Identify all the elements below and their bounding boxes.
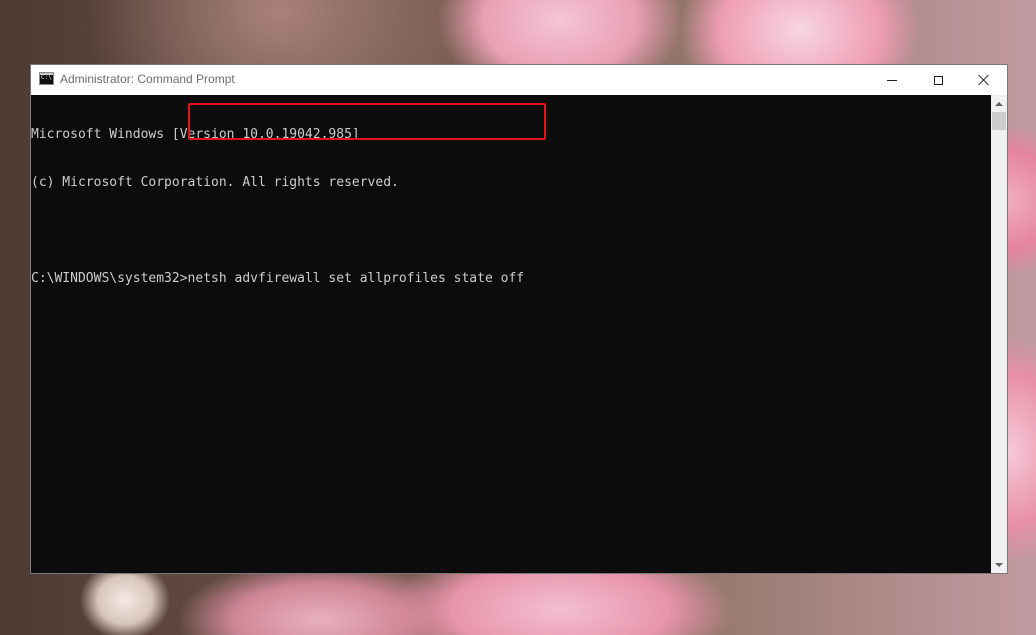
window-title: Administrator: Command Prompt (60, 72, 235, 86)
console-line-copyright: (c) Microsoft Corporation. All rights re… (31, 175, 399, 190)
console-output[interactable]: Microsoft Windows [Version 10.0.19042.98… (31, 95, 991, 573)
scroll-down-button[interactable] (991, 556, 1007, 573)
scrollbar-thumb[interactable] (992, 112, 1006, 130)
prompt-path: C:\WINDOWS\system32> (31, 271, 188, 286)
close-button[interactable] (961, 65, 1007, 95)
typed-command[interactable]: netsh advfirewall set allprofiles state … (188, 271, 525, 286)
close-icon (978, 74, 990, 86)
command-line[interactable]: C:\WINDOWS\system32>netsh advfirewall se… (31, 271, 991, 287)
vertical-scrollbar[interactable] (991, 95, 1007, 573)
console-line-blank (31, 223, 991, 239)
scroll-up-button[interactable] (991, 95, 1007, 112)
maximize-button[interactable] (915, 65, 961, 95)
minimize-icon (887, 79, 897, 81)
command-prompt-window[interactable]: C:\ Administrator: Command Prompt Micros… (30, 64, 1008, 574)
title-bar[interactable]: C:\ Administrator: Command Prompt (31, 65, 1007, 95)
minimize-button[interactable] (869, 65, 915, 95)
scroll-down-icon (995, 562, 1003, 567)
scroll-up-icon (995, 101, 1003, 106)
command-highlight-box (188, 103, 546, 140)
maximize-icon (933, 75, 943, 85)
cmd-icon[interactable]: C:\ (39, 72, 54, 85)
